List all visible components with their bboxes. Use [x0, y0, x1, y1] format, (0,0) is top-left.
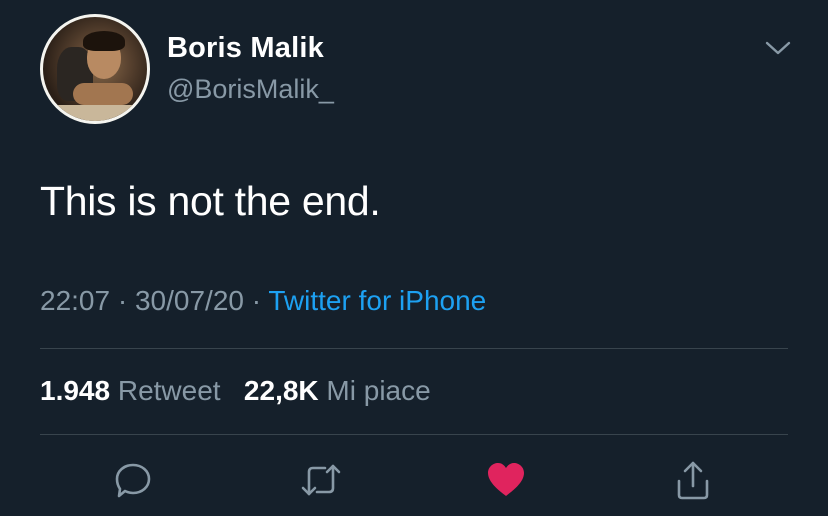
tweet-meta: 22:07 · 30/07/20 · Twitter for iPhone: [40, 285, 486, 317]
reply-button[interactable]: [108, 455, 158, 505]
author-name[interactable]: Boris Malik: [167, 32, 324, 65]
retweet-icon: [301, 464, 341, 496]
like-button[interactable]: [481, 455, 531, 505]
retweet-button[interactable]: [296, 455, 346, 505]
share-button[interactable]: [668, 455, 718, 505]
like-stat[interactable]: 22,8K Mi piace: [236, 375, 431, 406]
retweet-stat[interactable]: 1.948 Retweet: [40, 375, 228, 406]
divider: [40, 348, 788, 349]
share-icon: [677, 461, 709, 500]
tweet-text: This is not the end.: [40, 178, 381, 224]
tweet-time: 22:07: [40, 285, 111, 316]
tweet-date: 30/07/20: [134, 285, 244, 316]
divider: [40, 434, 788, 435]
meta-separator: ·: [117, 285, 128, 316]
avatar-photo-floor: [43, 105, 147, 121]
like-count: 22,8K: [243, 375, 319, 406]
reply-icon: [115, 463, 151, 498]
action-bar: [0, 455, 828, 505]
author-handle[interactable]: @BorisMalik_: [167, 74, 334, 105]
avatar-photo-hair: [83, 31, 125, 51]
avatar[interactable]: [40, 14, 150, 124]
meta-separator: ·: [251, 285, 262, 316]
chevron-down-icon[interactable]: [764, 36, 792, 60]
tweet-stats: 1.948 Retweet 22,8K Mi piace: [40, 375, 431, 407]
retweet-count: 1.948: [40, 375, 111, 406]
avatar-photo-arm: [73, 83, 133, 105]
like-label: Mi piace: [326, 375, 431, 406]
retweet-label: Retweet: [117, 375, 221, 406]
heart-icon: [488, 463, 524, 496]
tweet-source-link[interactable]: Twitter for iPhone: [268, 285, 486, 316]
